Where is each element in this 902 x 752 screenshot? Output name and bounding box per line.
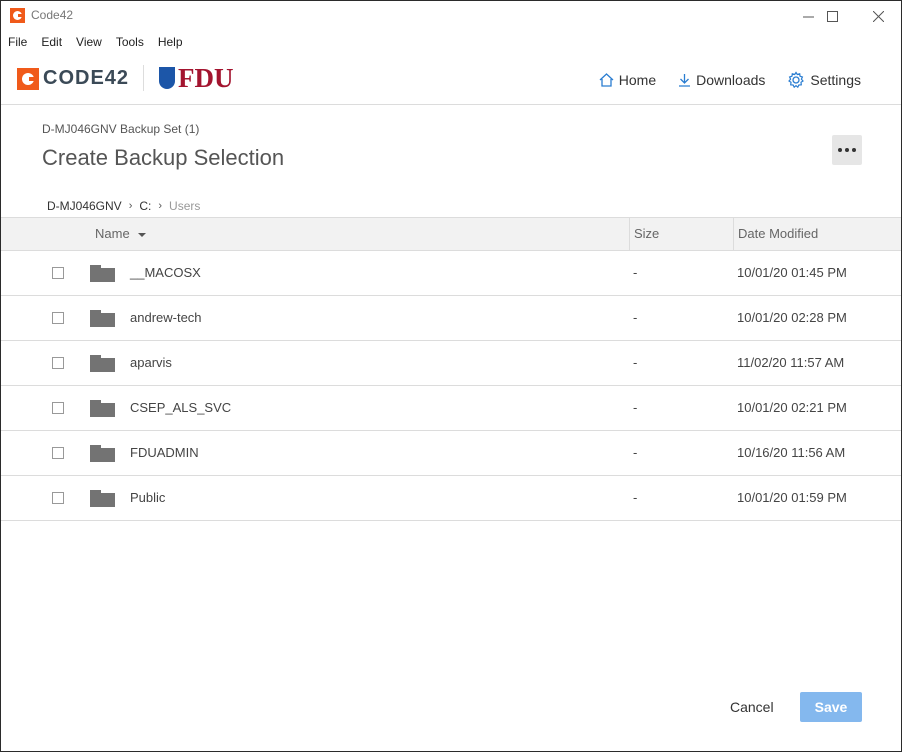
table-header: Name Size Date Modified: [1, 217, 901, 251]
breadcrumb-item-current: Users: [169, 199, 201, 213]
main-nav: Home Downloads Settings: [599, 71, 861, 89]
folder-icon: [90, 265, 115, 282]
folder-icon: [90, 490, 115, 507]
title-bar: Code42: [1, 1, 901, 31]
menu-edit[interactable]: Edit: [34, 31, 69, 53]
row-checkbox[interactable]: [52, 357, 64, 369]
cell-size: -: [633, 400, 638, 415]
row-checkbox[interactable]: [52, 267, 64, 279]
cell-size: -: [633, 310, 638, 325]
cell-size: -: [633, 355, 638, 370]
fdu-logo: FDU: [159, 63, 234, 93]
download-icon: [678, 73, 691, 87]
cell-date: 10/01/20 02:21 PM: [737, 400, 847, 415]
nav-settings-label: Settings: [810, 72, 861, 88]
cell-size: -: [633, 445, 638, 460]
chevron-right-icon: ›: [128, 200, 133, 212]
table-row[interactable]: aparvis - 11/02/20 11:57 AM: [1, 341, 901, 386]
home-icon: [599, 73, 614, 87]
more-dot-icon: [845, 148, 849, 152]
backup-set-label: D-MJ046GNV Backup Set (1): [42, 122, 200, 136]
folder-icon: [90, 445, 115, 462]
cell-date: 10/01/20 02:28 PM: [737, 310, 847, 325]
menu-bar: File Edit View Tools Help: [1, 31, 190, 53]
close-icon: [872, 10, 884, 22]
more-dot-icon: [838, 148, 842, 152]
gear-icon: [787, 71, 805, 89]
table-row[interactable]: Public - 10/01/20 01:59 PM: [1, 476, 901, 521]
menu-help[interactable]: Help: [151, 31, 190, 53]
folder-icon: [90, 400, 115, 417]
page-title: Create Backup Selection: [42, 145, 285, 170]
folder-icon: [90, 310, 115, 327]
cell-size: -: [633, 265, 638, 280]
nav-settings[interactable]: Settings: [787, 71, 861, 89]
window-title: Code42: [31, 8, 74, 22]
cell-date: 11/02/20 11:57 AM: [737, 355, 845, 370]
folder-icon: [90, 355, 115, 372]
cell-name[interactable]: aparvis: [130, 355, 172, 370]
row-checkbox[interactable]: [52, 492, 64, 504]
cell-date: 10/01/20 01:45 PM: [737, 265, 847, 280]
breadcrumb-item-device[interactable]: D-MJ046GNV: [47, 199, 122, 213]
cell-date: 10/01/20 01:59 PM: [737, 490, 847, 505]
cell-name[interactable]: __MACOSX: [130, 265, 201, 280]
app-logo-icon: [10, 8, 25, 23]
column-header-size[interactable]: Size: [629, 218, 734, 250]
maximize-icon: [826, 10, 838, 22]
code42-wordmark: CODE42: [43, 67, 130, 89]
chevron-right-icon: ›: [158, 200, 163, 212]
table-row[interactable]: __MACOSX - 10/01/20 01:45 PM: [1, 251, 901, 296]
nav-downloads-label: Downloads: [696, 72, 766, 88]
row-checkbox[interactable]: [52, 447, 64, 459]
table-row[interactable]: CSEP_ALS_SVC - 10/01/20 02:21 PM: [1, 386, 901, 431]
row-checkbox[interactable]: [52, 312, 64, 324]
cell-name[interactable]: CSEP_ALS_SVC: [130, 400, 231, 415]
code42-logo: CODE42: [17, 67, 129, 90]
column-header-date[interactable]: Date Modified: [733, 218, 902, 250]
app-window: Code42 File Edit View Tools Help CODE42 …: [0, 0, 902, 752]
more-dot-icon: [852, 148, 856, 152]
table-row[interactable]: FDUADMIN - 10/16/20 11:56 AM: [1, 431, 901, 476]
close-button[interactable]: [855, 1, 901, 31]
code42-mark-icon: [17, 67, 39, 90]
cell-name[interactable]: andrew-tech: [130, 310, 202, 325]
breadcrumb: D-MJ046GNV › C: › Users: [47, 199, 200, 213]
table-row[interactable]: andrew-tech - 10/01/20 02:28 PM: [1, 296, 901, 341]
cell-size: -: [633, 490, 638, 505]
logo-divider: [143, 65, 144, 91]
row-checkbox[interactable]: [52, 402, 64, 414]
fdu-shield-icon: [159, 67, 175, 89]
cell-date: 10/16/20 11:56 AM: [737, 445, 846, 460]
nav-home-label: Home: [618, 72, 657, 88]
menu-tools[interactable]: Tools: [109, 31, 151, 53]
file-table: Name Size Date Modified __MACOSX - 10/01/2…: [1, 217, 901, 521]
maximize-button[interactable]: [809, 1, 855, 31]
column-header-name[interactable]: Name: [95, 218, 146, 250]
nav-home[interactable]: Home: [599, 71, 656, 89]
more-options-button[interactable]: [832, 135, 862, 165]
app-header: CODE42 FDU Home Downloads Settings: [1, 53, 901, 105]
cancel-button[interactable]: Cancel: [730, 699, 774, 715]
column-name-label: Name: [95, 226, 130, 241]
menu-view[interactable]: View: [69, 31, 109, 53]
nav-downloads[interactable]: Downloads: [678, 71, 765, 89]
save-button[interactable]: Save: [800, 692, 862, 722]
menu-file[interactable]: File: [1, 31, 34, 53]
sort-desc-icon: [137, 232, 146, 237]
cell-name[interactable]: Public: [130, 490, 165, 505]
breadcrumb-item-drive[interactable]: C:: [139, 199, 151, 213]
cell-name[interactable]: FDUADMIN: [130, 445, 199, 460]
fdu-wordmark: FDU: [178, 63, 234, 93]
table-body: __MACOSX - 10/01/20 01:45 PM andrew-tech - 10…: [1, 251, 901, 521]
